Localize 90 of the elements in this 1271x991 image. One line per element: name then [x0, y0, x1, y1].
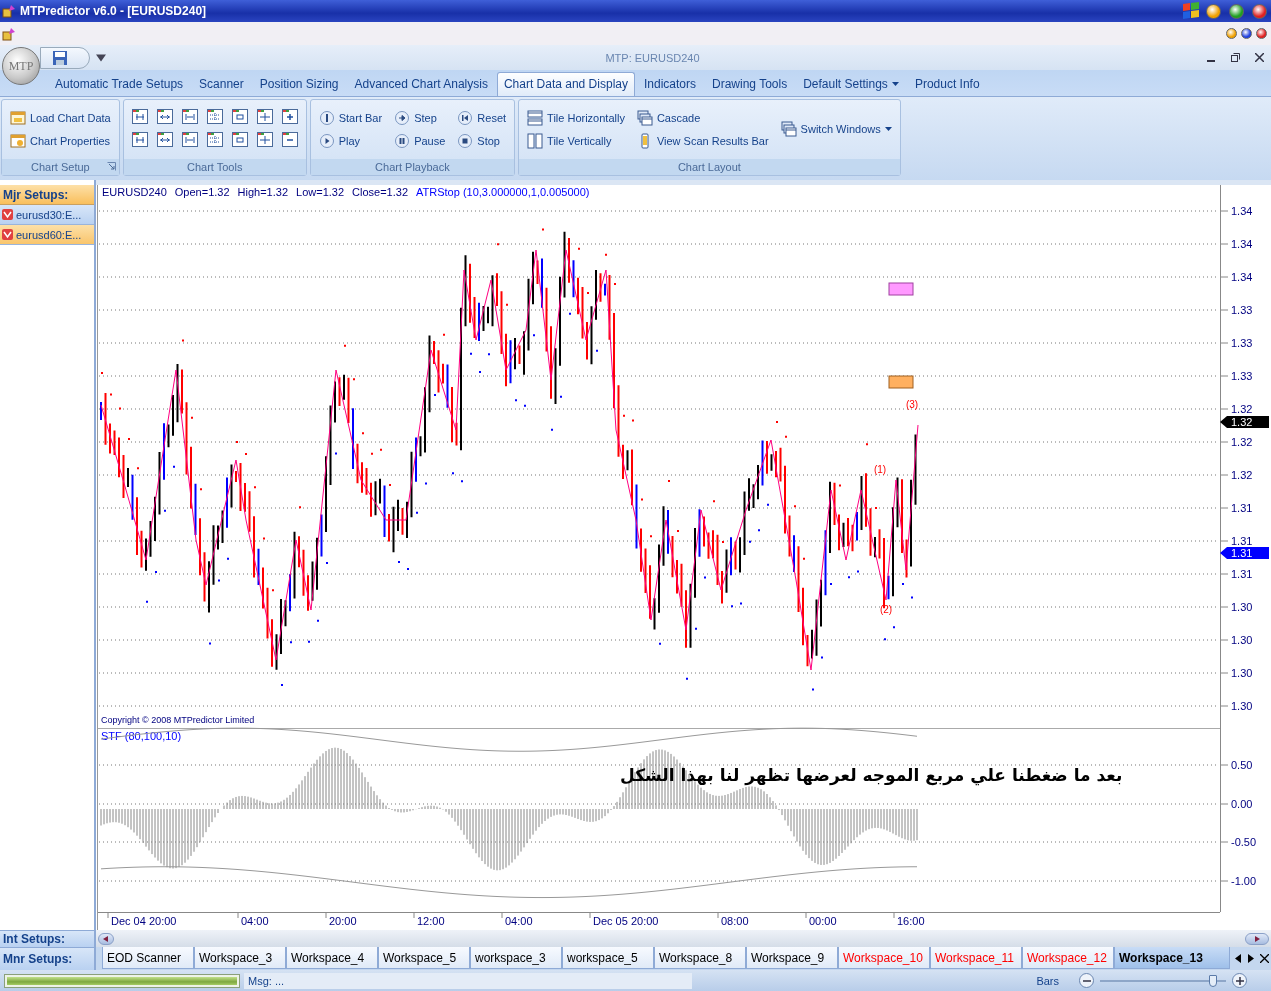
- group-title: Chart Setup: [31, 161, 90, 173]
- ribbon-command[interactable]: Load Chart Data: [8, 107, 113, 128]
- ribbon-tab[interactable]: Indicators: [636, 72, 703, 96]
- price-axis-label: 1.30: [1231, 700, 1253, 712]
- oscillator-axis-label: 0.50: [1231, 759, 1253, 771]
- ribbon-tab[interactable]: Drawing Tools: [705, 72, 795, 96]
- time-axis-label: 04:00: [505, 915, 533, 927]
- ribbon-tab[interactable]: Position Sizing: [252, 72, 346, 96]
- section-header: Mjr Setups:: [0, 185, 94, 205]
- workspace-tab[interactable]: Workspace_3: [194, 947, 286, 969]
- ribbon-command[interactable]: Cascade: [634, 107, 771, 128]
- oscillator-title: STF (80,100,10): [101, 730, 182, 742]
- price-axis-label: 1.34: [1231, 271, 1253, 283]
- ribbon-command[interactable]: Reset: [455, 107, 509, 128]
- ribbon-tab[interactable]: Automatic Trade Setups: [48, 72, 191, 96]
- section-header: Int Setups:: [0, 930, 96, 947]
- time-axis-label: 20:00: [329, 915, 357, 927]
- price-marker: 1.31: [1220, 547, 1269, 559]
- price-axis-label: 1.30: [1231, 601, 1253, 613]
- price-axis-label: 1.32: [1231, 403, 1253, 415]
- workspace-tab[interactable]: workspace_3: [470, 947, 562, 969]
- group-title: Chart Tools: [187, 161, 243, 173]
- ribbon-command[interactable]: Chart Properties: [8, 130, 113, 151]
- time-axis-label: Dec 05 20:00: [593, 915, 659, 927]
- price-axis-label: 1.34: [1231, 205, 1253, 217]
- annotation-text: بعد ما ضغطنا علي مربع الموجه لعرضها تظهر لنا بهذا الشكل: [620, 765, 1123, 785]
- ribbon-command[interactable]: Switch Windows: [778, 119, 894, 139]
- indicator-label: ATRStop (10,3.000000,1,0.005000): [416, 186, 590, 198]
- ribbon-command[interactable]: Tile Vertically: [525, 130, 627, 151]
- price-axis-label: 1.31: [1231, 568, 1253, 580]
- oscillator-axis-label: -1.00: [1231, 875, 1257, 887]
- price-axis-label: 1.32: [1231, 469, 1253, 481]
- workspace-tab[interactable]: Workspace_5: [378, 947, 470, 969]
- price-axis-label: 1.31: [1231, 502, 1253, 514]
- price-info-text: High=1.32: [237, 186, 289, 198]
- ribbon-tab[interactable]: Chart Data and Display: [496, 72, 635, 96]
- time-axis-label: 00:00: [809, 915, 837, 927]
- workspace-tab[interactable]: Workspace_10: [838, 947, 930, 969]
- workspace-tab[interactable]: workspace_5: [562, 947, 654, 969]
- wave-label: (3): [905, 399, 919, 410]
- workspace-tab[interactable]: Workspace_4: [286, 947, 378, 969]
- ribbon-command[interactable]: Play: [316, 130, 385, 151]
- price-axis-label: 1.30: [1231, 634, 1253, 646]
- workspace-tab[interactable]: Workspace_11: [930, 947, 1022, 969]
- ribbon-command[interactable]: Step: [392, 107, 448, 128]
- time-axis-label: 16:00: [897, 915, 925, 927]
- time-axis-label: 12:00: [417, 915, 445, 927]
- price-info-text: Low=1.32: [296, 186, 345, 198]
- price-info-text: EURUSD240: [102, 186, 167, 198]
- time-axis-label: Dec 04 20:00: [111, 915, 177, 927]
- message-field: Msg: ...: [244, 972, 692, 989]
- document-title: MTP: EURUSD240: [604, 51, 701, 64]
- price-axis-label: 1.33: [1231, 337, 1253, 349]
- time-axis-label: 04:00: [241, 915, 269, 927]
- price-info-text: Open=1.32: [174, 186, 230, 198]
- workspace-tab[interactable]: Workspace_8: [654, 947, 746, 969]
- price-axis-label: 1.33: [1231, 370, 1253, 382]
- workspace-tab[interactable]: EOD Scanner: [102, 947, 194, 969]
- price-axis-label: 1.31: [1231, 535, 1253, 547]
- wave-label: (2): [879, 604, 893, 615]
- setup-item[interactable]: eurusd60:E...: [0, 225, 94, 245]
- ribbon-tab[interactable]: Scanner: [192, 72, 251, 96]
- workspace-tab[interactable]: Workspace_9: [746, 947, 838, 969]
- wave-label: (1): [873, 464, 887, 475]
- window-title: MTPredictor v6.0 - [EURUSD240]: [20, 4, 207, 18]
- copyright-text: Copyright © 2008 MTPredictor Limited: [101, 715, 255, 725]
- workspace-tab[interactable]: Workspace_13: [1114, 947, 1230, 969]
- ribbon-command[interactable]: View Scan Results Bar: [634, 130, 771, 151]
- oscillator-axis-label: 0.00: [1231, 798, 1253, 810]
- workspace-tab[interactable]: Workspace_12: [1022, 947, 1114, 969]
- group-title: Chart Playback: [375, 161, 450, 173]
- setup-item[interactable]: eurusd30:E...: [0, 205, 94, 225]
- ribbon-tab[interactable]: Product Info: [907, 72, 987, 96]
- oscillator-axis-label: -0.50: [1231, 836, 1257, 848]
- group-title: Chart Layout: [677, 161, 741, 173]
- price-axis-label: 1.34: [1231, 238, 1253, 250]
- time-axis-label: 08:00: [721, 915, 749, 927]
- price-axis-label: 1.30: [1231, 667, 1253, 679]
- ribbon-command[interactable]: Start Bar: [316, 107, 385, 128]
- ribbon-command[interactable]: Pause: [392, 130, 448, 151]
- ribbon-tab[interactable]: Default Settings: [796, 72, 906, 96]
- ribbon-tab[interactable]: Advanced Chart Analysis: [347, 72, 495, 96]
- ribbon-command[interactable]: Stop: [455, 130, 509, 151]
- price-axis-label: 1.32: [1231, 436, 1253, 448]
- last-price-marker: 1.32: [1220, 416, 1269, 428]
- price-axis-label: 1.33: [1231, 304, 1253, 316]
- bars-label: Bars: [1036, 974, 1059, 987]
- price-info-text: Close=1.32: [352, 186, 408, 198]
- ribbon-command[interactable]: Tile Horizontally: [525, 107, 627, 128]
- section-header: Mnr Setups:: [0, 947, 96, 970]
